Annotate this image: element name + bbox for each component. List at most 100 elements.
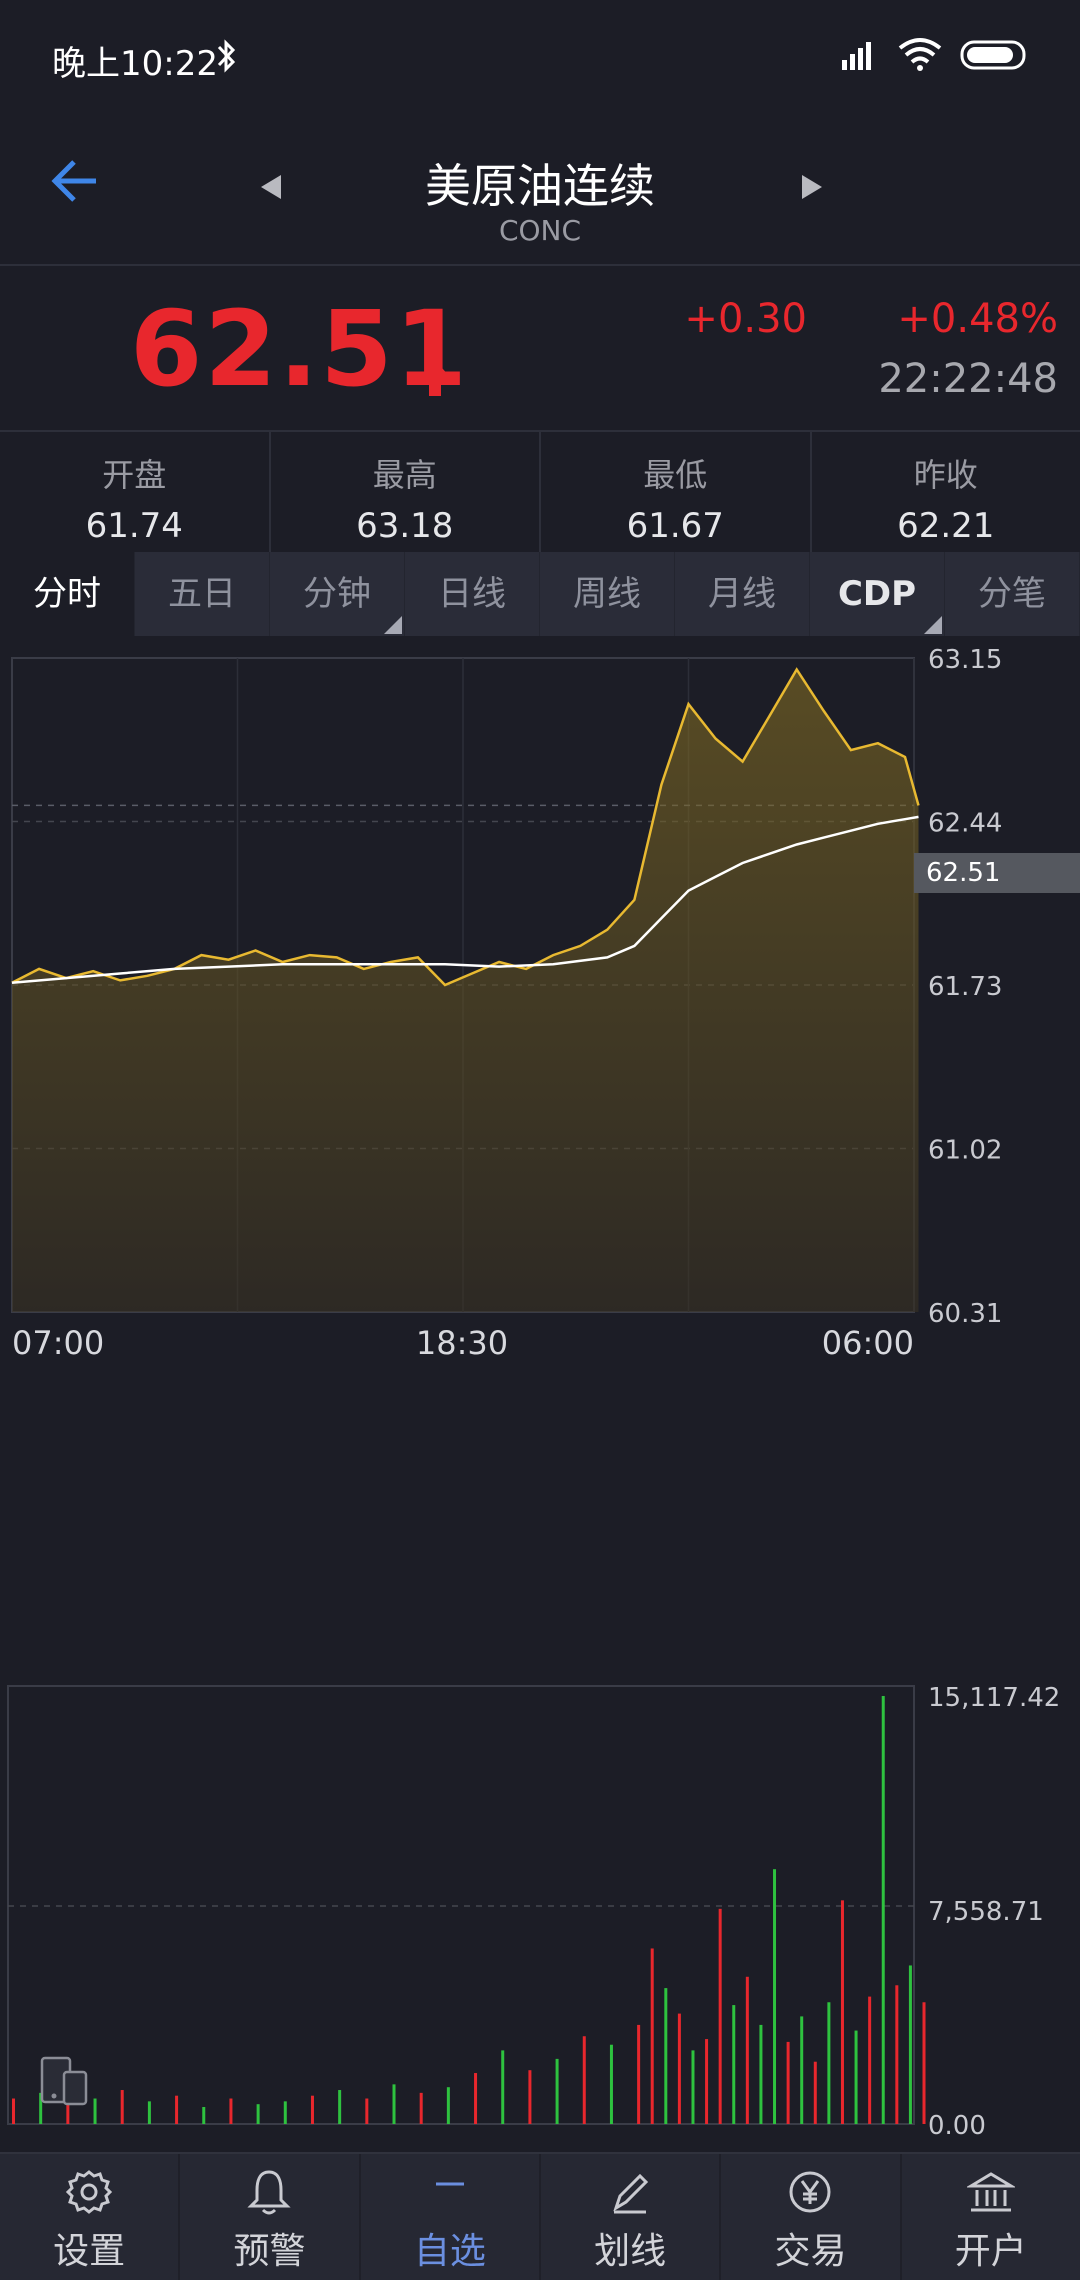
volume-bar (895, 1985, 899, 2124)
nav-trade[interactable]: 交易 (721, 2154, 902, 2280)
price-x-ticks: 07:00 18:30 06:00 (12, 1324, 914, 1362)
bottom-nav: 设置 预警 自选 划线 交易 开户 (0, 2152, 1080, 2280)
nav-drawline[interactable]: 划线 (541, 2154, 722, 2280)
pen-icon (613, 2173, 649, 2214)
volume-bar (732, 2005, 736, 2124)
nav-label: 自选 (413, 2231, 486, 2272)
price-y-tick: 61.73 (928, 972, 1002, 1002)
stat-label: 最高 (372, 456, 437, 494)
stat-label: 开盘 (102, 456, 167, 494)
nav-open-account[interactable]: 开户 (902, 2154, 1080, 2280)
volume-bar (120, 2090, 124, 2124)
volume-y-tick: 0.00 (928, 2111, 986, 2141)
period-tabs: 分时 五日 分钟 日线 周线 月线 CDP 分笔 (0, 552, 1080, 636)
stat-label: 昨收 (913, 456, 978, 494)
volume-bar (786, 2041, 790, 2124)
nav-watchlist[interactable]: 自选 (361, 2154, 541, 2280)
nav-label: 开户 (954, 2231, 1027, 2272)
quote-block: 62.51 +0.30 +0.48% 22:22:48 (0, 266, 1080, 430)
next-instrument-icon[interactable] (798, 173, 826, 201)
tab-label: 分钟 (303, 574, 371, 614)
yen-icon (789, 2171, 831, 2213)
minus-icon (435, 2182, 464, 2186)
volume-bar (922, 2002, 926, 2124)
current-price-label: 62.51 (926, 858, 1000, 888)
volume-bar (501, 2050, 505, 2124)
volume-bar (310, 2095, 314, 2124)
volume-bar (609, 2044, 613, 2124)
chart-area[interactable]: 62.51 63.15 62.44 61.73 61.02 60.31 07:00 18:… (0, 636, 1080, 2156)
nav-label: 交易 (774, 2231, 847, 2272)
volume-bar (283, 2101, 287, 2124)
volume-y-tick: 7,558.71 (928, 1897, 1044, 1927)
volume-bars (12, 1696, 926, 2124)
tab-monthly[interactable]: 月线 (675, 552, 810, 636)
volume-bar (854, 2030, 858, 2124)
volume-bar (691, 2050, 695, 2124)
price-y-tick: 63.15 (928, 645, 1002, 675)
volume-bar (745, 1976, 749, 2124)
tab-intraday[interactable]: 分时 (0, 552, 135, 636)
tab-five-day[interactable]: 五日 (135, 552, 270, 636)
volume-panel-frame (7, 1685, 915, 2125)
stat-label: 最低 (643, 456, 708, 494)
nav-label: 设置 (53, 2231, 126, 2272)
price-area (12, 669, 919, 1312)
volume-bar (528, 2070, 532, 2124)
floating-window-icon[interactable] (34, 2052, 92, 2112)
volume-bar (12, 2098, 15, 2124)
battery-icon (960, 40, 1026, 70)
dropdown-corner-icon (924, 616, 942, 634)
status-time: 晚上10:22 (52, 44, 218, 84)
wifi-icon (898, 38, 942, 71)
up-arrow-icon (420, 360, 450, 396)
price-x-tick: 06:00 (822, 1324, 914, 1362)
stat-value: 62.21 (897, 506, 995, 546)
stat-high: 最高 63.18 (271, 432, 541, 552)
volume-bar (229, 2098, 233, 2124)
nav-alerts[interactable]: 预警 (180, 2154, 361, 2280)
volume-bar (446, 2087, 450, 2124)
tab-weekly[interactable]: 周线 (540, 552, 675, 636)
price-y-tick: 60.31 (928, 1299, 1002, 1329)
volume-bar (718, 1908, 722, 2124)
volume-bar (365, 2098, 369, 2124)
tab-cdp[interactable]: CDP (810, 552, 945, 636)
volume-bar (419, 2092, 423, 2124)
tab-minute[interactable]: 分钟 (270, 552, 405, 636)
volume-bar (555, 2058, 559, 2124)
volume-bar (840, 1900, 844, 2124)
nav-settings[interactable]: 设置 (0, 2154, 181, 2280)
signal-icon (842, 42, 871, 70)
volume-bar (474, 2073, 478, 2124)
price-change: +0.30 (684, 296, 807, 342)
nav-label: 划线 (594, 2231, 667, 2272)
volume-bar (705, 2039, 709, 2124)
volume-y-tick: 15,117.42 (928, 1683, 1060, 1713)
tab-daily[interactable]: 日线 (405, 552, 540, 636)
price-change-percent: +0.48% (897, 296, 1058, 342)
price-y-tick: 61.02 (928, 1136, 1002, 1166)
nav-label: 预警 (233, 2231, 306, 2272)
gear-icon (66, 2170, 113, 2214)
volume-bar (392, 2084, 396, 2124)
tab-tick[interactable]: 分笔 (945, 552, 1080, 636)
dropdown-corner-icon (384, 616, 402, 634)
volume-bar (773, 1869, 777, 2124)
price-plot (11, 667, 920, 1312)
bank-icon (966, 2172, 1015, 2212)
stat-low: 最低 61.67 (541, 432, 812, 552)
bell-icon (247, 2170, 292, 2215)
volume-bar (800, 2016, 804, 2124)
volume-bar (650, 1948, 654, 2124)
price-x-tick: 07:00 (12, 1324, 104, 1362)
stat-value: 63.18 (356, 506, 454, 546)
tab-label: CDP (837, 574, 917, 614)
volume-bar (827, 2002, 831, 2124)
bluetooth-icon (217, 39, 236, 73)
volume-bar (256, 2104, 260, 2124)
price-x-tick: 18:30 (416, 1324, 508, 1362)
volume-bar (759, 2024, 763, 2124)
charts-svg[interactable]: 62.51 63.15 62.44 61.73 61.02 60.31 07:00 18:… (0, 636, 1080, 2156)
volume-bar (202, 2107, 206, 2124)
